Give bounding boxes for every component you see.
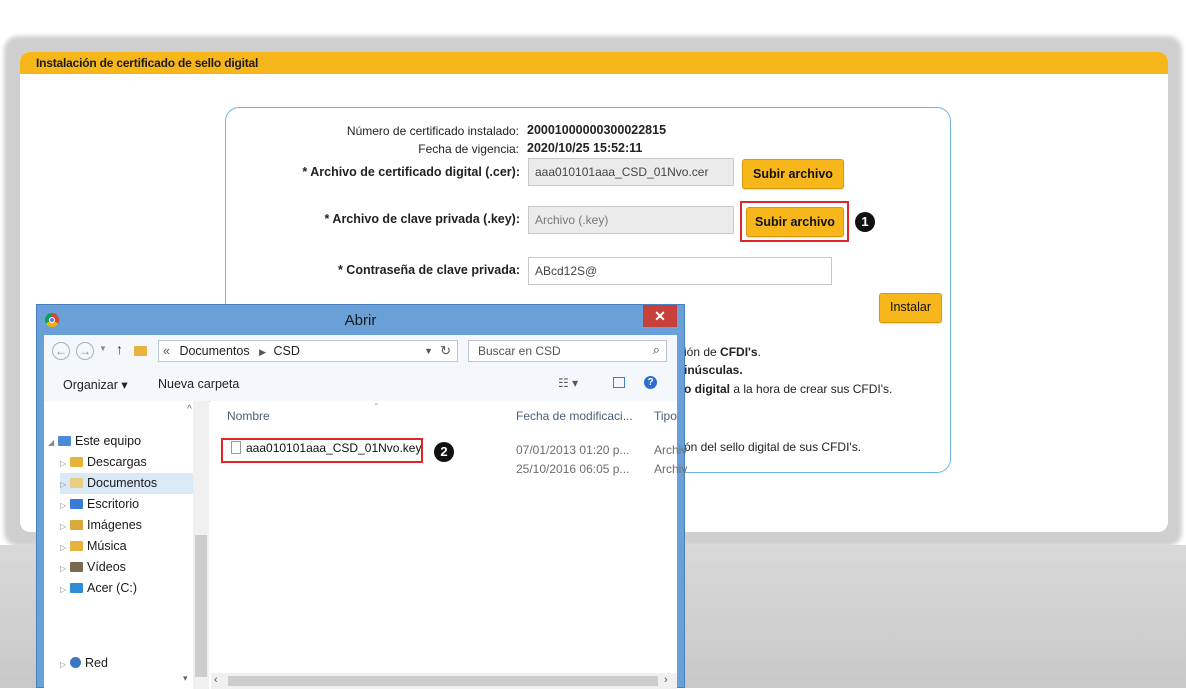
new-folder-button[interactable]: Nueva carpeta: [158, 377, 239, 391]
address-bar[interactable]: « Documentos ▶ CSD ▼ ↻: [158, 340, 458, 362]
cer-file-label: * Archivo de certificado digital (.cer):: [302, 165, 520, 179]
computer-icon: [58, 436, 71, 446]
tree-item-acer-c[interactable]: ▷ Acer (C:): [60, 578, 137, 599]
step-2-badge: 2: [434, 442, 454, 462]
help-icon[interactable]: ?: [644, 376, 657, 389]
tree-item-escritorio[interactable]: ▷ Escritorio: [60, 494, 139, 515]
tree-item-este-equipo[interactable]: ◢ Este equipo: [48, 431, 141, 452]
preview-pane-icon[interactable]: [613, 377, 625, 388]
search-icon: ⌕: [652, 342, 660, 357]
key-file-label: * Archivo de clave privada (.key):: [324, 212, 520, 226]
upload-cer-button[interactable]: Subir archivo: [742, 159, 844, 189]
password-field[interactable]: ABcd12S@: [528, 257, 832, 285]
key-file-field[interactable]: Archivo (.key): [528, 206, 734, 234]
cert-number-label: Número de certificado instalado:: [346, 124, 519, 138]
cer-file-field[interactable]: aaa010101aaa_CSD_01Nvo.cer: [528, 158, 734, 186]
install-button[interactable]: Instalar: [879, 293, 942, 323]
path-dropdown-icon[interactable]: ▼: [424, 341, 433, 361]
scroll-right-icon[interactable]: ›: [664, 674, 668, 686]
tree-item-videos[interactable]: ▷ Vídeos: [60, 557, 126, 578]
dialog-toolbar: Organizar ▾ Nueva carpeta ☷ ▾ ?: [44, 367, 677, 402]
search-input[interactable]: Buscar en CSD ⌕: [468, 340, 667, 362]
file-type: Archiv: [654, 443, 688, 457]
validity-date-value: 2020/10/25 15:52:11: [527, 141, 643, 155]
drive-icon: [70, 583, 83, 593]
address-row: ← → ▼ ↑ « Documentos ▶ CSD ▼ ↻ Buscar en…: [44, 335, 677, 367]
step-1-badge: 1: [855, 212, 875, 232]
column-header-type[interactable]: Tipo: [654, 409, 677, 423]
dialog-title: Abrir: [344, 312, 377, 329]
tree-item-imagenes[interactable]: ▷ Imágenes: [60, 515, 142, 536]
file-date: 25/10/2016 06:05 p...: [516, 462, 630, 476]
tree-scroll-up-icon[interactable]: ^: [187, 404, 192, 415]
open-file-dialog: Abrir ✕ ← → ▼ ↑ « Documentos ▶ CSD ▼ ↻ B…: [36, 304, 687, 689]
highlight-frame-step-2: [221, 438, 423, 463]
tree-item-red[interactable]: ▷ Red: [60, 653, 108, 674]
file-list: Nombre ⌃ Fecha de modificaci... Tipo aaa…: [211, 401, 687, 689]
password-label: * Contraseña de clave privada:: [337, 263, 520, 277]
back-arrow-icon[interactable]: ←: [52, 342, 70, 360]
music-folder-icon: [70, 541, 83, 551]
file-date: 07/01/2013 01:20 p...: [516, 443, 630, 457]
file-type: Archiv: [654, 462, 688, 476]
tree-item-documentos[interactable]: ▷ Documentos: [60, 473, 193, 494]
sort-indicator-icon: ⌃: [373, 402, 380, 411]
panel-header-title: Instalación de certificado de sello digi…: [20, 52, 1168, 74]
highlight-frame-step-1: [740, 201, 849, 242]
pictures-folder-icon: [70, 520, 83, 530]
info-line-4: ón del sello digital de sus CFDI's.: [684, 440, 862, 454]
column-header-date[interactable]: Fecha de modificaci...: [516, 409, 633, 423]
navigation-tree: ^ ◢ Este equipo ▷ Descargas ▷ Documentos ▷ E…: [44, 401, 209, 689]
path-segment-documentos[interactable]: Documentos: [179, 344, 249, 358]
path-segment-csd[interactable]: CSD: [274, 344, 300, 358]
videos-folder-icon: [70, 562, 83, 572]
view-options-icon[interactable]: ☷ ▾: [558, 376, 578, 390]
recent-dropdown-icon[interactable]: ▼: [99, 344, 107, 353]
validity-date-label: Fecha de vigencia:: [418, 142, 519, 156]
documents-folder-icon: [70, 478, 83, 488]
forward-arrow-icon[interactable]: →: [76, 342, 94, 360]
desktop-folder-icon: [70, 499, 83, 509]
cert-number-value: 20001000000300022815: [527, 123, 667, 137]
organize-button[interactable]: Organizar ▾: [63, 377, 128, 392]
dialog-body: ← → ▼ ↑ « Documentos ▶ CSD ▼ ↻ Buscar en…: [44, 335, 687, 689]
column-header-name[interactable]: Nombre: [227, 409, 270, 423]
info-line-3: o digital a la hora de crear sus CFDI's.: [684, 382, 893, 396]
tree-scroll-down-icon[interactable]: ▾: [183, 673, 188, 684]
scroll-left-icon[interactable]: ‹: [214, 674, 218, 686]
horizontal-scrollbar-thumb[interactable]: [228, 676, 658, 686]
close-icon[interactable]: ✕: [643, 305, 677, 327]
downloads-folder-icon: [70, 457, 83, 467]
up-arrow-icon[interactable]: ↑: [116, 341, 123, 357]
tree-item-musica[interactable]: ▷ Música: [60, 536, 127, 557]
tree-scrollbar-thumb[interactable]: [195, 535, 207, 677]
info-line-1: ión de CFDI's.: [684, 345, 761, 359]
info-line-2: inúsculas.: [684, 363, 743, 377]
refresh-icon[interactable]: ↻: [440, 341, 451, 361]
folder-icon: [134, 346, 147, 356]
network-icon: [70, 657, 81, 668]
tree-item-descargas[interactable]: ▷ Descargas: [60, 452, 147, 473]
